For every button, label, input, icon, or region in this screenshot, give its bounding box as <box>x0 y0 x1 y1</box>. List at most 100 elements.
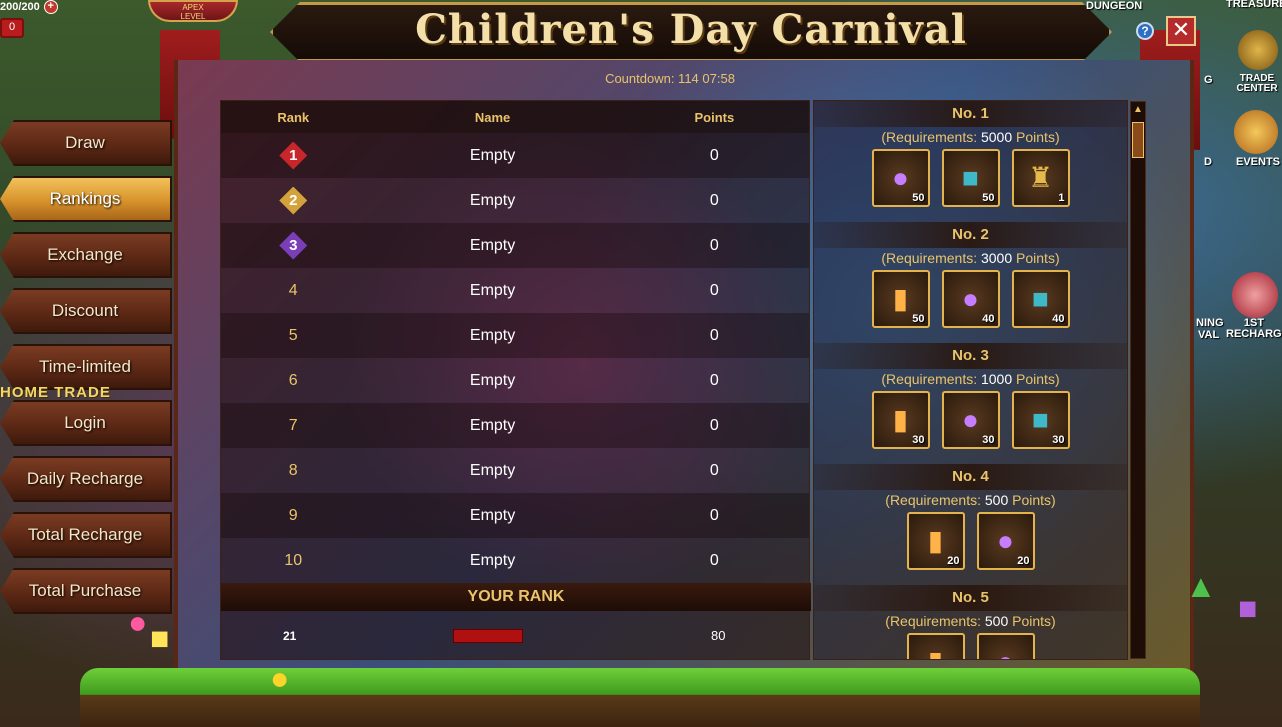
elf-mascot-icon: ▲ <box>1185 568 1217 604</box>
table-row: 7 Empty 0 <box>221 403 809 448</box>
reward-tier: No. 5 (Requirements: 500 Points) ▮ ● <box>814 585 1127 659</box>
add-stamina-button[interactable]: + <box>43 0 58 14</box>
grass-footer <box>80 668 1200 727</box>
first-recharge-icon[interactable] <box>1232 272 1278 318</box>
ranking-table: Rank Name Points 1 Empty 0 2 Empty 0 3 E… <box>220 100 811 660</box>
scroll-thumb[interactable] <box>1132 122 1144 158</box>
help-button[interactable]: ? <box>1136 22 1154 40</box>
trade-center-icon[interactable] <box>1238 30 1278 70</box>
reward-item[interactable]: ▮ 50 <box>871 270 930 328</box>
reward-item[interactable]: ● 50 <box>871 149 930 207</box>
reward-item[interactable]: ■ 30 <box>1011 391 1070 449</box>
reward-item[interactable]: ● 30 <box>941 391 1000 449</box>
player-name: Empty <box>469 281 516 299</box>
reward-item[interactable]: ● 20 <box>976 512 1035 570</box>
gift-box-icon: ■ <box>150 620 170 656</box>
rank-number: 4 <box>288 281 298 299</box>
player-name: Empty <box>469 146 516 164</box>
rank-number: 10 <box>284 551 303 569</box>
item-count: 1 <box>1058 192 1065 204</box>
player-name: Empty <box>469 506 516 524</box>
requirement-points: 5000 <box>980 129 1013 145</box>
menu-total-recharge[interactable]: Total Recharge <box>0 512 172 558</box>
item-count: 50 <box>982 192 995 204</box>
reward-tier: No. 3 (Requirements: 1000 Points) ▮ 30 ● 3… <box>814 343 1127 464</box>
player-name: Empty <box>469 416 516 434</box>
partial-label-d: D <box>1204 156 1212 168</box>
player-points: 0 <box>709 281 719 299</box>
table-row: 5 Empty 0 <box>221 313 809 358</box>
close-button[interactable]: ✕ <box>1166 16 1196 46</box>
your-rank-row: 21 80 <box>221 623 811 647</box>
partial-label-ning: NING <box>1196 317 1224 329</box>
tier-requirement: (Requirements: 3000 Points) <box>881 250 1060 266</box>
reward-item[interactable]: ● <box>976 633 1035 659</box>
home-trade-label[interactable]: HOME TRADE <box>0 384 111 401</box>
tier-requirement: (Requirements: 500 Points) <box>885 613 1056 629</box>
points-column-header: Points <box>694 109 735 125</box>
table-row: 6 Empty 0 <box>221 358 809 403</box>
stamina-value: 200/200 <box>0 1 40 13</box>
menu-rankings[interactable]: Rankings <box>0 176 172 222</box>
player-name: Empty <box>469 371 516 389</box>
table-row: 2 Empty 0 <box>221 178 809 223</box>
reward-item[interactable]: ▮ <box>906 633 965 659</box>
menu-exchange[interactable]: Exchange <box>0 232 172 278</box>
item-count: 30 <box>912 434 925 446</box>
rewards-panel: No. 1 (Requirements: 5000 Points) ● 50 ■ 5… <box>813 100 1128 660</box>
reward-item[interactable]: ▮ 20 <box>906 512 965 570</box>
reward-item[interactable]: ▮ 30 <box>871 391 930 449</box>
menu-daily-recharge[interactable]: Daily Recharge <box>0 456 172 502</box>
reward-item[interactable]: ♜ 1 <box>1011 149 1070 207</box>
countdown-timer: Countdown: 114 07:58 <box>605 71 735 86</box>
dungeon-label[interactable]: DUNGEON <box>1086 0 1142 12</box>
rank-number: 6 <box>288 371 298 389</box>
rank-number: 9 <box>288 506 298 524</box>
player-points: 0 <box>709 506 719 524</box>
item-count: 40 <box>1052 313 1065 325</box>
requirement-points: 3000 <box>980 250 1013 266</box>
gift-stack-icon: ■ <box>1238 590 1258 626</box>
scroll-up-arrow-icon[interactable]: ▲ <box>1131 102 1145 118</box>
menu-login[interactable]: Login <box>0 400 172 446</box>
player-points: 0 <box>709 416 719 434</box>
rewards-scrollbar[interactable]: ▲ <box>1130 101 1146 659</box>
reward-item[interactable]: ● 40 <box>941 270 1000 328</box>
tier-title: No. 2 <box>814 222 1127 248</box>
trade-center-label[interactable]: TRADE CENTER <box>1232 74 1282 94</box>
tier-title: No. 3 <box>814 343 1127 369</box>
apex-level-badge[interactable]: APEX LEVEL <box>148 0 238 22</box>
resource-chip[interactable]: 0 <box>0 18 24 38</box>
first-recharge-label[interactable]: 1ST RECHARGE <box>1226 318 1282 340</box>
treasure-label[interactable]: TREASURE <box>1226 0 1282 10</box>
tier-title: No. 4 <box>814 464 1127 490</box>
requirement-points: 500 <box>984 492 1009 508</box>
events-icon[interactable] <box>1234 110 1278 154</box>
player-points: 0 <box>709 191 719 209</box>
player-points: 0 <box>709 326 719 344</box>
partial-label-g: G <box>1204 74 1213 86</box>
tier-title: No. 1 <box>814 101 1127 127</box>
rank-medal-icon: 3 <box>279 231 308 260</box>
rank-number: 8 <box>288 461 298 479</box>
menu-discount[interactable]: Discount <box>0 288 172 334</box>
requirement-points: 500 <box>984 613 1009 629</box>
reward-item[interactable]: ■ 40 <box>1011 270 1070 328</box>
balloons-icon: ● <box>128 604 148 640</box>
table-row: 8 Empty 0 <box>221 448 809 493</box>
item-count: 30 <box>1052 434 1065 446</box>
reward-item[interactable]: ■ 50 <box>941 149 1000 207</box>
rank-number: 5 <box>288 326 298 344</box>
events-label[interactable]: EVENTS <box>1236 156 1280 168</box>
your-rank-heading: YOUR RANK <box>221 583 811 611</box>
ranking-rows: 1 Empty 0 2 Empty 0 3 Empty 0 4 Empty 0 … <box>221 133 809 583</box>
player-name: Empty <box>469 551 516 569</box>
item-count: 20 <box>1017 555 1030 567</box>
purple-orb-icon: ● <box>979 635 1033 659</box>
rank-number: 7 <box>288 416 298 434</box>
reward-tier: No. 2 (Requirements: 3000 Points) ▮ 50 ● 4… <box>814 222 1127 343</box>
tier-title: No. 5 <box>814 585 1127 611</box>
reward-tier: No. 1 (Requirements: 5000 Points) ● 50 ■ 5… <box>814 101 1127 222</box>
menu-draw[interactable]: Draw <box>0 120 172 166</box>
table-row: 3 Empty 0 <box>221 223 809 268</box>
